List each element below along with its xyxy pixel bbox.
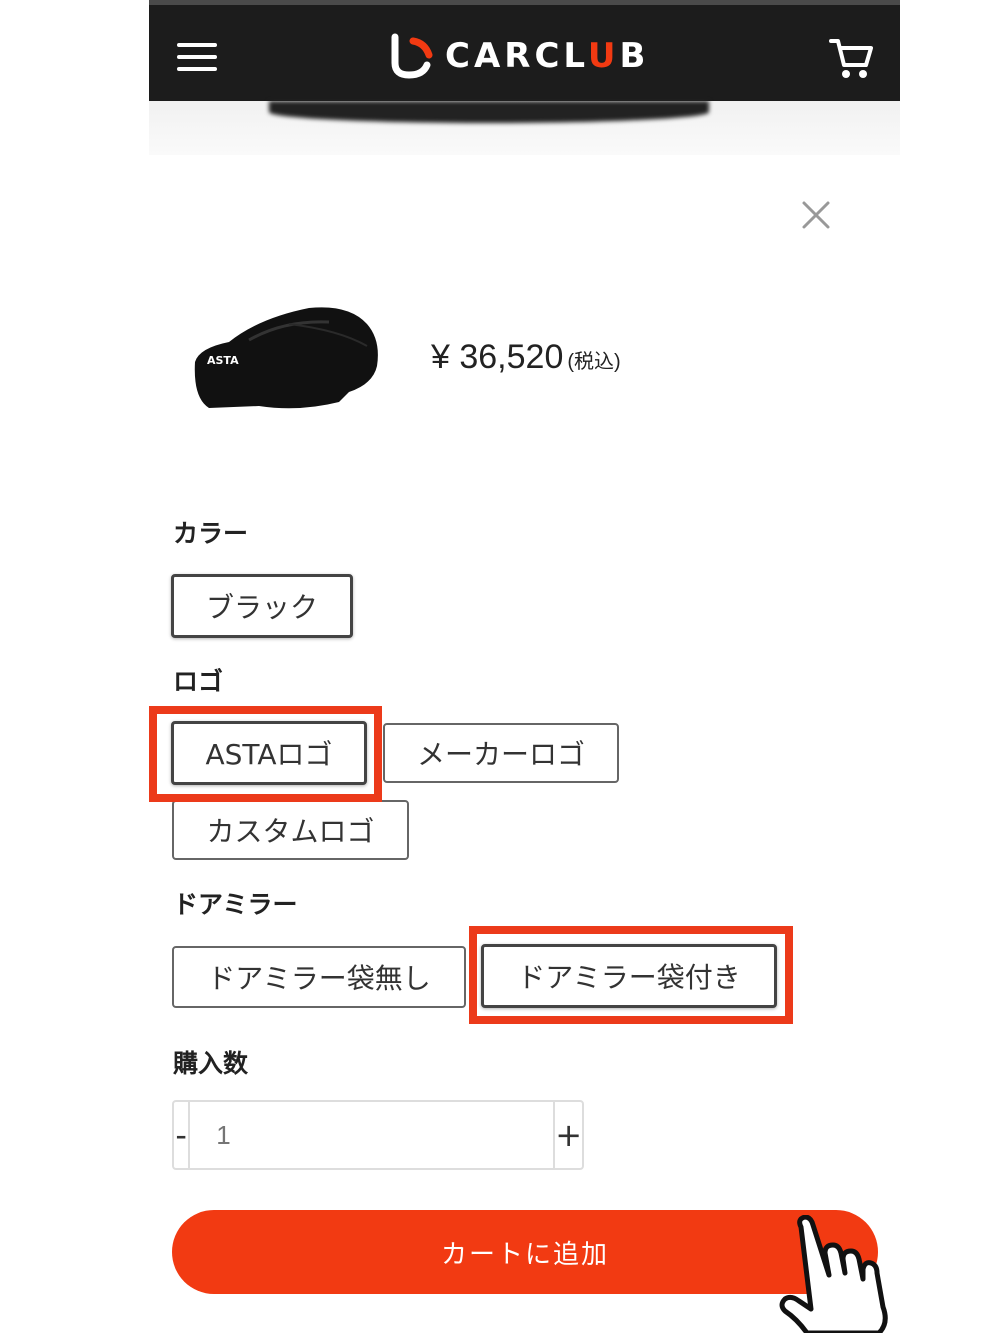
svg-text:ASTA: ASTA (207, 354, 239, 367)
hamburger-icon[interactable] (177, 43, 217, 71)
quantity-section-title: 購入数 (173, 1049, 249, 1078)
hero-car-silhouette (269, 101, 709, 123)
tax-note: (税込) (567, 351, 621, 373)
quantity-stepper: - + (172, 1100, 584, 1170)
logo-mark-icon (391, 33, 433, 79)
top-bar: CARCLUB (149, 0, 900, 101)
hero-image-strip (149, 101, 900, 155)
option-color-black[interactable]: ブラック (171, 574, 353, 638)
quantity-input[interactable] (188, 1102, 556, 1168)
mirror-section-title: ドアミラー (173, 890, 298, 919)
option-mirror-with-bag[interactable]: ドアミラー袋付き (481, 944, 777, 1008)
quantity-plus-button[interactable]: + (555, 1102, 582, 1168)
pointing-hand-icon (779, 1215, 888, 1333)
option-logo-custom[interactable]: カスタムロゴ (172, 800, 409, 860)
carclub-logo[interactable]: CARCLUB (389, 31, 649, 81)
logo-text: CARCLUB (445, 36, 650, 76)
shopping-cart-icon[interactable] (828, 35, 874, 81)
option-logo-asta[interactable]: ASTAロゴ (171, 721, 367, 785)
option-logo-maker[interactable]: メーカーロゴ (383, 723, 619, 783)
option-mirror-no-bag[interactable]: ドアミラー袋無し (172, 946, 466, 1008)
color-section-title: カラー (173, 519, 249, 548)
close-icon[interactable] (801, 200, 831, 230)
add-to-cart-button[interactable]: カートに追加 (172, 1210, 878, 1294)
logo-section-title: ロゴ (173, 667, 224, 696)
product-option-screen: CARCLUB ASTA ¥ 36,520 (税込) カラー ブラック ロゴ AS… (149, 0, 900, 1333)
product-price: ¥ 36,520 (税込) (431, 338, 621, 376)
quantity-minus-button[interactable]: - (174, 1102, 188, 1168)
product-thumbnail: ASTA (194, 307, 378, 409)
